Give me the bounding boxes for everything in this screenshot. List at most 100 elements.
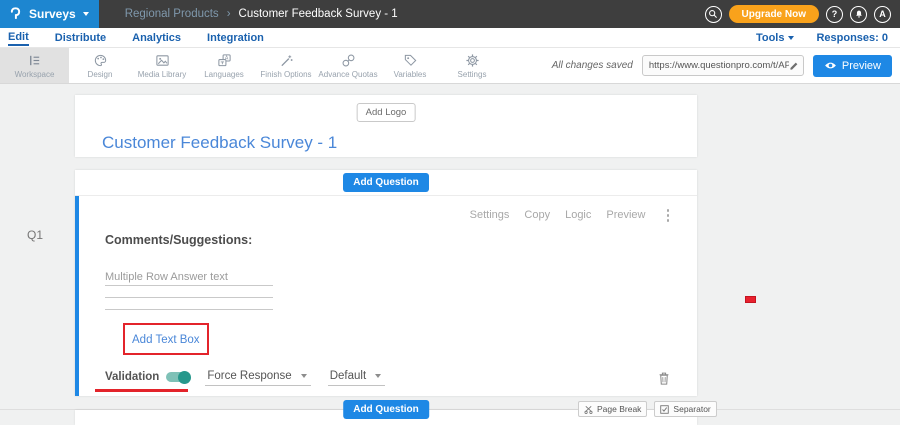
toolbar-right: All changes saved Preview	[552, 48, 900, 83]
answer-row-3[interactable]	[105, 298, 273, 310]
eye-icon	[824, 61, 837, 70]
editor-toolbar: Workspace Design Media Library A Languag…	[0, 47, 900, 84]
chain-links-icon	[341, 53, 356, 68]
toolbar-item-settings[interactable]: Settings	[441, 48, 503, 83]
design-palette-icon	[93, 53, 108, 68]
topbar-actions: Upgrade Now ? A	[705, 5, 900, 23]
gear-icon	[465, 53, 480, 68]
force-response-dropdown[interactable]: Force Response	[205, 370, 310, 386]
trash-icon	[657, 371, 671, 386]
responses-count[interactable]: Responses: 0	[816, 32, 888, 44]
toolbar-item-languages[interactable]: A Languages	[193, 48, 255, 83]
survey-url-field	[642, 55, 804, 76]
toolbar-item-variables[interactable]: Variables	[379, 48, 441, 83]
toolbar-item-workspace[interactable]: Workspace	[0, 48, 69, 83]
question-footer-row: Validation Force Response Default	[105, 370, 671, 386]
toolbar-item-media-library[interactable]: Media Library	[131, 48, 193, 83]
bell-icon	[854, 9, 864, 19]
question-preview-link[interactable]: Preview	[606, 209, 645, 221]
toolbar-item-design[interactable]: Design	[69, 48, 131, 83]
toolbar-item-label: Languages	[204, 70, 244, 79]
product-switcher[interactable]: Surveys	[0, 0, 99, 28]
survey-url-input[interactable]	[649, 60, 789, 71]
default-validation-dropdown[interactable]: Default	[328, 370, 385, 386]
notifications-button[interactable]	[850, 6, 867, 23]
page-break-button[interactable]: Page Break	[578, 401, 647, 417]
question-number: Q1	[27, 228, 43, 242]
add-question-strip: Add Question	[75, 170, 697, 196]
question-settings-link[interactable]: Settings	[470, 209, 510, 221]
toolbar-item-label: Advance Quotas	[318, 70, 377, 79]
questionpro-survey-editor: Surveys Regional Products › Customer Fee…	[0, 0, 900, 425]
question-logic-link[interactable]: Logic	[565, 209, 591, 221]
question-more-menu-icon[interactable]	[665, 207, 672, 224]
toolbar-item-label: Finish Options	[260, 70, 311, 79]
delete-question-button[interactable]	[657, 371, 671, 386]
add-question-button-top[interactable]: Add Question	[343, 173, 429, 192]
question-copy-link[interactable]: Copy	[524, 209, 550, 221]
upgrade-now-button[interactable]: Upgrade Now	[729, 5, 819, 23]
nav-tab-edit[interactable]: Edit	[8, 30, 29, 46]
section-options: Page Break Separator	[578, 401, 717, 417]
red-annotation-marker	[745, 296, 756, 303]
toolbar-item-label: Workspace	[15, 70, 55, 79]
product-name: Surveys	[29, 7, 76, 21]
tag-icon	[403, 53, 418, 68]
question-text[interactable]: Comments/Suggestions:	[105, 233, 671, 247]
scissors-icon	[584, 405, 593, 414]
add-text-box-link[interactable]: Add Text Box	[132, 334, 200, 346]
tools-label: Tools	[756, 32, 785, 44]
nav-tab-distribute[interactable]: Distribute	[55, 31, 106, 45]
multi-row-answer-area[interactable]: Multiple Row Answer text	[105, 271, 671, 310]
validation-toggle[interactable]	[166, 372, 190, 382]
answer-row-2[interactable]	[105, 286, 273, 298]
save-status-text: All changes saved	[552, 60, 633, 71]
add-text-box-annotation-box: Add Text Box	[123, 323, 209, 355]
separator-label: Separator	[673, 404, 710, 414]
question-card: Add Question Settings Copy Logic Preview…	[75, 170, 697, 396]
edit-url-pencil-icon[interactable]	[789, 61, 799, 71]
toolbar-item-advance-quotas[interactable]: Advance Quotas	[317, 48, 379, 83]
checkbox-checked-icon	[660, 405, 669, 414]
add-logo-button[interactable]: Add Logo	[357, 103, 416, 122]
chevron-down-icon	[301, 374, 307, 378]
survey-header-card: Add Logo Customer Feedback Survey - 1	[75, 95, 697, 157]
translate-icon: A	[217, 53, 232, 68]
toolbar-item-label: Settings	[458, 70, 487, 79]
toolbar-item-label: Variables	[394, 70, 427, 79]
question-block-q1: Settings Copy Logic Preview Comments/Sug…	[75, 196, 697, 396]
chevron-down-icon	[788, 36, 794, 40]
breadcrumb-current: Customer Feedback Survey - 1	[239, 8, 398, 20]
search-icon	[708, 9, 718, 19]
questionpro-logo-icon	[9, 6, 22, 22]
nav-tab-analytics[interactable]: Analytics	[132, 31, 181, 45]
validation-control: Validation	[105, 371, 190, 385]
validation-label: Validation	[105, 371, 159, 383]
default-label: Default	[330, 370, 366, 382]
toolbar-item-finish-options[interactable]: Finish Options	[255, 48, 317, 83]
nav-right: Tools Responses: 0	[756, 32, 888, 44]
chevron-down-icon	[83, 12, 89, 16]
toggle-knob	[178, 371, 191, 384]
answer-placeholder[interactable]: Multiple Row Answer text	[105, 271, 273, 285]
breadcrumb-separator: ›	[227, 8, 231, 20]
page-break-label: Page Break	[597, 404, 641, 414]
help-button[interactable]: ?	[826, 6, 843, 23]
toolbar-item-label: Design	[88, 70, 113, 79]
account-avatar[interactable]: A	[874, 6, 891, 23]
preview-label: Preview	[842, 60, 881, 72]
preview-button[interactable]: Preview	[813, 55, 892, 77]
search-button[interactable]	[705, 6, 722, 23]
tools-menu[interactable]: Tools	[756, 32, 795, 44]
main-nav: Edit Distribute Analytics Integration To…	[0, 28, 900, 47]
magic-wand-icon	[279, 53, 294, 68]
add-question-button-bottom[interactable]: Add Question	[343, 400, 429, 419]
chevron-down-icon	[375, 374, 381, 378]
survey-title[interactable]: Customer Feedback Survey - 1	[102, 133, 337, 153]
survey-canvas: Q1 Add Logo Customer Feedback Survey - 1…	[0, 84, 900, 425]
question-actions: Settings Copy Logic Preview	[105, 207, 671, 224]
nav-tab-integration[interactable]: Integration	[207, 31, 264, 45]
breadcrumb-parent[interactable]: Regional Products	[125, 8, 219, 20]
toolbar-item-label: Media Library	[138, 70, 186, 79]
separator-button[interactable]: Separator	[654, 401, 716, 417]
